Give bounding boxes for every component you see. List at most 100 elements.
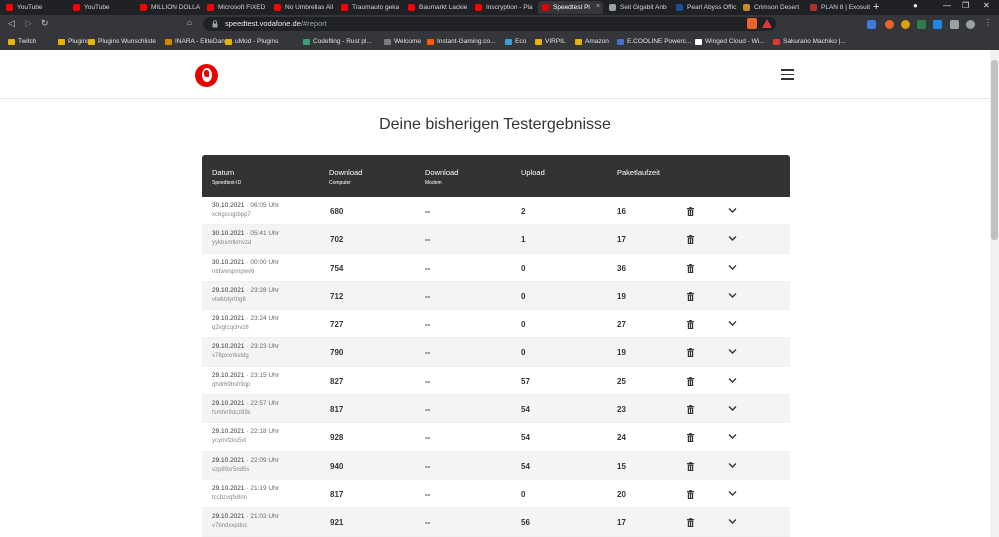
extension-icon-3[interactable]	[901, 20, 910, 29]
address-bar[interactable]: speedtest.vodafone.de/#report	[203, 17, 776, 31]
bookmark-item[interactable]: VIRPIL	[535, 38, 566, 45]
bookmark-item[interactable]: Amazon	[575, 38, 609, 45]
chevron-down-icon[interactable]	[728, 377, 737, 384]
cell-upload: 0	[521, 348, 526, 358]
profile-icon[interactable]: ●	[913, 1, 918, 10]
cell-download-computer: 680	[330, 207, 344, 216]
hamburger-menu-icon[interactable]	[781, 69, 794, 80]
table-row[interactable]: 29.10.2021 · 22:09 Uhr vzp89xr5nd5s 940 -- 5…	[202, 451, 790, 480]
cell-upload: 0	[521, 291, 526, 301]
browser-tab[interactable]: No Umbrellas All	[270, 1, 335, 14]
chevron-down-icon[interactable]	[728, 264, 737, 271]
time-text: · 22:18 Uhr	[246, 428, 279, 436]
bookmark-item[interactable]: Sakurano Machiko |...	[773, 38, 846, 45]
chevron-down-icon[interactable]	[728, 235, 737, 242]
browser-chrome: YouTube YouTube MILLION DOLLA Microsoft FIX…	[0, 0, 999, 50]
chevron-down-icon[interactable]	[728, 405, 737, 412]
trash-icon[interactable]	[687, 489, 694, 499]
trash-icon[interactable]	[687, 376, 694, 386]
trash-icon[interactable]	[687, 291, 694, 301]
date-text: 29.10.2021	[212, 400, 245, 408]
page-scrollbar[interactable]	[990, 50, 999, 537]
maximize-icon[interactable]: ❐	[962, 1, 969, 10]
menu-dots-icon[interactable]: ⋮	[984, 18, 992, 27]
trash-icon[interactable]	[687, 433, 694, 443]
tab-strip: YouTube YouTube MILLION DOLLA Microsoft FIX…	[0, 0, 999, 15]
table-row[interactable]: 30.10.2021 · 00:00 Uhr ntdwwspmpwv6 754 -- 0…	[202, 254, 790, 282]
extension-icon-4[interactable]	[917, 20, 926, 29]
trash-icon[interactable]	[687, 518, 694, 528]
browser-tab[interactable]: Crimson Desert	[739, 1, 804, 14]
chevron-down-icon[interactable]	[728, 462, 737, 469]
reload-icon[interactable]: ↻	[41, 18, 49, 29]
bookmark-item[interactable]: Welcome	[384, 38, 421, 45]
table-row[interactable]: 29.10.2021 · 22:18 Uhr ycynvfzks5vt 928 -- 5…	[202, 423, 790, 452]
browser-tab[interactable]: YouTube	[69, 1, 134, 14]
chevron-down-icon[interactable]	[728, 518, 737, 525]
trash-icon[interactable]	[687, 461, 694, 471]
trash-icon[interactable]	[687, 348, 694, 358]
new-tab-button[interactable]: +	[873, 1, 879, 13]
bookmark-item[interactable]: INARA - EliteDang...	[165, 38, 234, 45]
table-row[interactable]: 29.10.2021 · 23:24 Uhr q2vgtcqchvz8 727 -- 0…	[202, 310, 790, 339]
table-row[interactable]: 29.10.2021 · 21:19 Uhr tccbzvqfx8nn 817 -- 0…	[202, 480, 790, 509]
close-tab-icon[interactable]: ×	[596, 3, 600, 10]
back-icon[interactable]: ◁	[8, 18, 15, 29]
trash-icon[interactable]	[687, 320, 694, 330]
browser-tab[interactable]: Speedtest Pl ×	[538, 1, 603, 14]
browser-tab[interactable]: Traumauto geka	[337, 1, 402, 14]
profile-avatar-icon[interactable]	[966, 20, 975, 29]
scrollbar-thumb[interactable]	[991, 60, 998, 240]
bookmark-item[interactable]: Instant-Gaming.co...	[427, 38, 496, 45]
browser-tab[interactable]: PLAN 8 | Exosuit	[806, 1, 871, 14]
bookmark-item[interactable]: Eco	[505, 38, 526, 45]
table-row[interactable]: 29.10.2021 · 22:57 Uhr fsmhn9dcz89x 817 -- 5…	[202, 395, 790, 424]
minimize-icon[interactable]: —	[943, 1, 951, 10]
browser-tab[interactable]: Pearl Abyss Offic	[672, 1, 737, 14]
forward-icon[interactable]: ▷	[25, 18, 32, 29]
chevron-down-icon[interactable]	[728, 348, 737, 355]
cell-date: 29.10.2021 · 23:15 Uhr	[212, 372, 279, 379]
table-row[interactable]: 30.10.2021 · 05:41 Uhr yykbxmtkmvzd 702 -- 1…	[202, 225, 790, 254]
browser-tab[interactable]: Baumarkt Lackie	[404, 1, 469, 14]
bookmark-label: Instant-Gaming.co...	[437, 38, 496, 45]
browser-tab[interactable]: MILLION DOLLA	[136, 1, 201, 14]
browser-tab[interactable]: Microsoft FIXED	[203, 1, 268, 14]
chevron-down-icon[interactable]	[728, 320, 737, 327]
chevron-down-icon[interactable]	[728, 292, 737, 299]
rewards-icon[interactable]	[762, 19, 772, 28]
trash-icon[interactable]	[687, 405, 694, 415]
table-row[interactable]: 30.10.2021 · 06:05 Uhr xc6gscqpbpp7 680 -- 2…	[202, 197, 790, 226]
browser-tab[interactable]: Inscryption - Pla	[471, 1, 536, 14]
bookmark-item[interactable]: Twitch	[8, 38, 36, 45]
extension-icon-1[interactable]	[867, 20, 876, 29]
bookmark-item[interactable]: uMod - Plugins	[225, 38, 278, 45]
brave-shield-icon[interactable]	[747, 18, 757, 29]
bookmark-item[interactable]: Winged Cloud - Wi...	[695, 38, 765, 45]
table-row[interactable]: 29.10.2021 · 23:23 Uhr s78pxxnkstdg 790 -- 0…	[202, 338, 790, 367]
table-row[interactable]: 29.10.2021 · 21:02 Uhr v7bndxxpdnc 921 -- 56…	[202, 508, 790, 537]
browser-tab[interactable]: YouTube	[2, 1, 67, 14]
bookmark-star-icon[interactable]: ⌂	[187, 18, 192, 27]
extension-icon-5[interactable]	[933, 20, 942, 29]
bookmark-item[interactable]: E.COOLINE Powerc...	[617, 38, 691, 45]
table-row[interactable]: 29.10.2021 · 23:15 Uhr qhdr69bsh9qp 827 -- 5…	[202, 367, 790, 396]
bookmark-item[interactable]: Codefling - Rust pl...	[303, 38, 372, 45]
extensions-puzzle-icon[interactable]	[950, 20, 959, 29]
chevron-down-icon[interactable]	[728, 433, 737, 440]
bookmark-item[interactable]: Plugins	[58, 38, 89, 45]
header-upload: Upload	[521, 168, 545, 177]
browser-tab[interactable]: Seit Gigabit Anb	[605, 1, 670, 14]
trash-icon[interactable]	[687, 263, 694, 273]
vodafone-logo[interactable]	[195, 64, 218, 87]
header-date: Datum Speedtest-ID	[212, 168, 242, 186]
table-row[interactable]: 29.10.2021 · 23:28 Uhr vtwktdyrthg8 712 -- 0…	[202, 281, 790, 311]
close-window-icon[interactable]: ✕	[983, 1, 990, 10]
bookmark-item[interactable]: Plugins Wunschliste	[88, 38, 156, 45]
extension-icon-2[interactable]	[885, 20, 894, 29]
chevron-down-icon[interactable]	[728, 490, 737, 497]
trash-icon[interactable]	[687, 207, 694, 216]
tab-favicon-icon	[408, 4, 415, 11]
chevron-down-icon[interactable]	[728, 207, 737, 214]
trash-icon[interactable]	[687, 235, 694, 245]
